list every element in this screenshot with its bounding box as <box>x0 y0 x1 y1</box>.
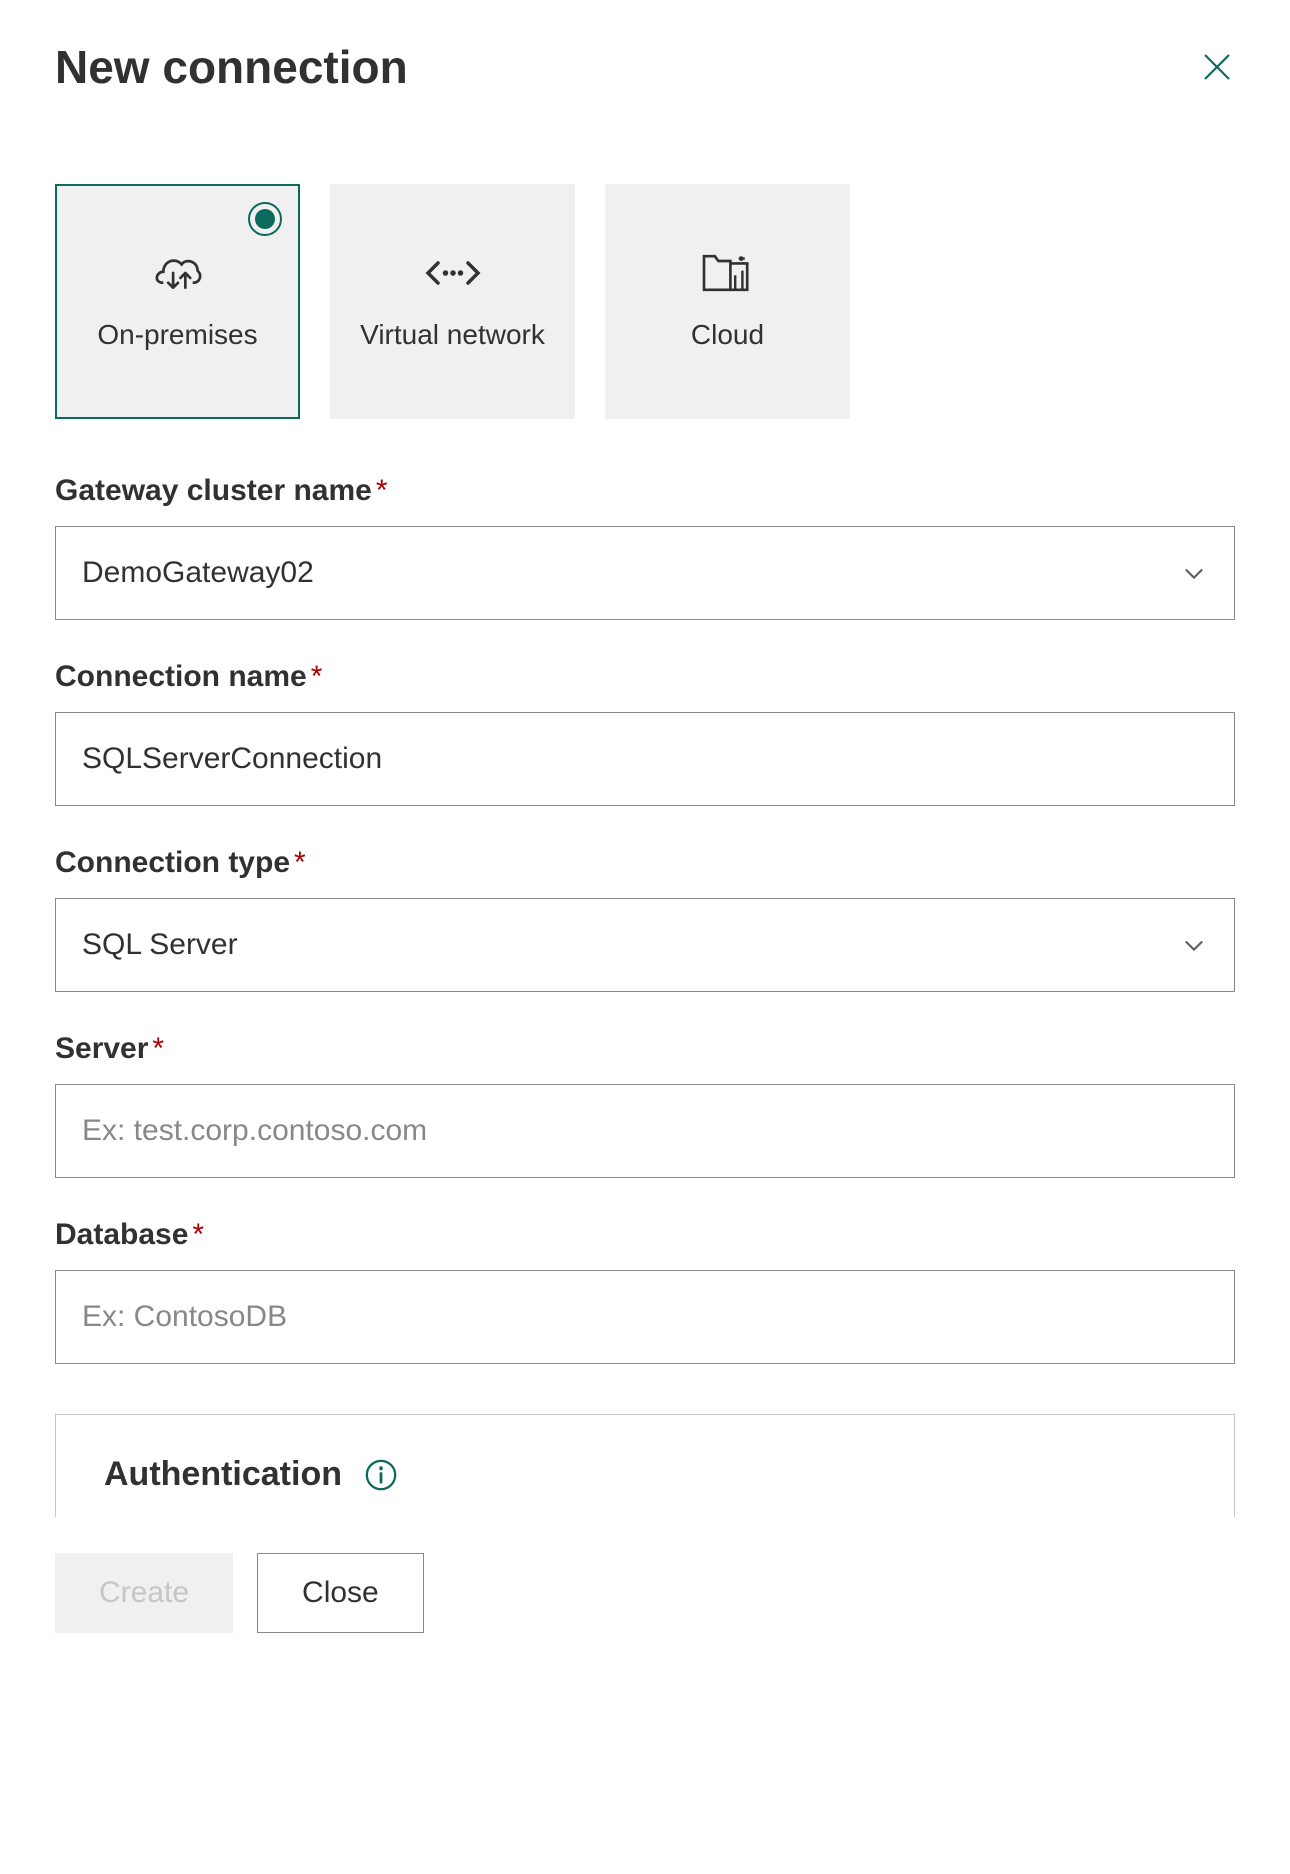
authentication-section: Authentication <box>55 1414 1235 1517</box>
gateway-value: DemoGateway02 <box>82 556 314 590</box>
connection-name-input[interactable] <box>55 712 1235 806</box>
server-label: Server* <box>55 1032 1235 1066</box>
page-title: New connection <box>55 40 408 94</box>
connection-type-select[interactable]: SQL Server <box>55 898 1235 992</box>
cloud-sync-icon <box>148 251 208 295</box>
close-button[interactable]: Close <box>257 1553 424 1633</box>
server-input[interactable] <box>55 1084 1235 1178</box>
chevron-down-icon <box>1180 931 1208 959</box>
card-label: Virtual network <box>360 317 545 352</box>
connection-name-label: Connection name* <box>55 660 1235 694</box>
authentication-title: Authentication <box>104 1455 342 1494</box>
connection-type-value: SQL Server <box>82 928 238 962</box>
card-label: On-premises <box>97 317 257 352</box>
required-marker: * <box>311 660 323 693</box>
required-marker: * <box>192 1218 204 1251</box>
connection-type-label: Connection type* <box>55 846 1235 880</box>
connection-type-cards: On-premises Virtual network Cloud <box>55 184 1235 419</box>
required-marker: * <box>376 474 388 507</box>
card-label: Cloud <box>691 317 764 352</box>
card-cloud[interactable]: Cloud <box>605 184 850 419</box>
required-marker: * <box>152 1032 164 1065</box>
close-icon[interactable] <box>1199 49 1235 85</box>
required-marker: * <box>294 846 306 879</box>
database-label: Database* <box>55 1218 1235 1252</box>
card-on-premises[interactable]: On-premises <box>55 184 300 419</box>
gateway-select[interactable]: DemoGateway02 <box>55 526 1235 620</box>
gateway-label: Gateway cluster name* <box>55 474 1235 508</box>
card-virtual-network[interactable]: Virtual network <box>330 184 575 419</box>
chevron-down-icon <box>1180 559 1208 587</box>
cloud-folder-icon <box>698 251 758 295</box>
create-button[interactable]: Create <box>55 1553 233 1633</box>
database-input[interactable] <box>55 1270 1235 1364</box>
virtual-network-icon <box>423 251 483 295</box>
info-icon[interactable] <box>364 1458 398 1492</box>
radio-selected-icon <box>248 202 282 236</box>
